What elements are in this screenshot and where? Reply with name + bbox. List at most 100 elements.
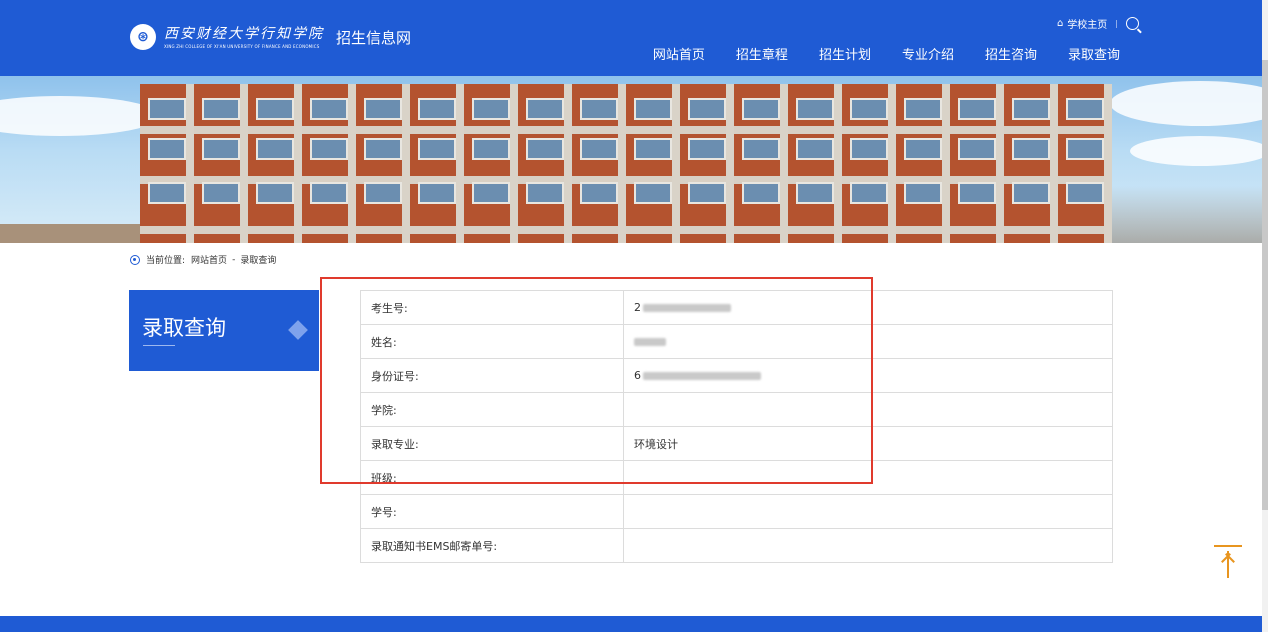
banner-window [526,138,564,160]
banner-low-building [0,224,140,243]
site-name: 招生信息网 [336,28,412,47]
banner-window [526,182,564,204]
banner-window [634,182,672,204]
search-icon[interactable] [1126,17,1139,30]
school-seal-icon: ⊛ [130,24,156,50]
banner-window [364,98,402,120]
banner-window-row [140,96,1112,122]
table-row: 考生号: 2 [360,290,1113,325]
banner-window [688,138,726,160]
site-logo[interactable]: ⊛ 西安财经大学行知学院 XING ZHI COLLEGE OF XI'AN U… [130,24,411,50]
top-links: ⌂ 学校主页 | [1057,16,1139,31]
banner-window [580,98,618,120]
banner-window [742,182,780,204]
back-to-top-icon[interactable] [1214,545,1242,579]
field-label: 考生号: [360,290,624,325]
top-links-divider: | [1115,19,1118,28]
banner-window [634,98,672,120]
banner-window [472,138,510,160]
nav-item-charter[interactable]: 招生章程 [736,44,788,63]
field-label: 姓名: [360,324,624,359]
field-value [623,324,1113,359]
banner-window [634,138,672,160]
banner-window [904,182,942,204]
banner-window [742,98,780,120]
field-value: 环境设计 [623,426,1113,461]
banner-window [688,182,726,204]
banner-cloud [1130,136,1262,166]
nav-item-majors[interactable]: 专业介绍 [902,44,954,63]
banner-window [850,138,888,160]
banner-window [796,98,834,120]
section-title-underline [143,345,175,346]
table-row: 身份证号: 6 [360,358,1113,393]
banner-window [256,98,294,120]
breadcrumb-separator: - [232,254,236,265]
banner-window [1012,182,1050,204]
field-value [623,460,1113,495]
school-home-link[interactable]: 学校主页 [1067,16,1107,31]
banner-window [580,138,618,160]
banner-window [904,138,942,160]
admission-result-table: 考生号: 2 姓名: 身份证号: 6 学院: 录取专业: 环境设计 班级: 学号: 录取通知书EMS… [360,290,1113,563]
redacted-value [643,304,731,312]
banner-trees [1112,186,1262,243]
field-value: 2 [623,290,1113,325]
nav-item-plan[interactable]: 招生计划 [819,44,871,63]
banner-window [418,182,456,204]
section-title-panel: 录取查询 [129,290,319,371]
campus-banner-image [0,76,1262,243]
banner-window [1012,138,1050,160]
table-row: 姓名: [360,324,1113,359]
table-row: 录取通知书EMS邮寄单号: [360,528,1113,563]
banner-window [850,182,888,204]
table-row: 学号: [360,494,1113,529]
breadcrumb-home[interactable]: 网站首页 [191,253,227,266]
redacted-value [634,338,666,346]
banner-window [418,98,456,120]
banner-window [904,98,942,120]
banner-window [418,138,456,160]
location-pin-icon [130,254,140,265]
table-row: 班级: [360,460,1113,495]
banner-window [202,98,240,120]
nav-item-consult[interactable]: 招生咨询 [985,44,1037,63]
banner-window [958,138,996,160]
banner-window [310,182,348,204]
field-label: 身份证号: [360,358,624,393]
nav-item-home[interactable]: 网站首页 [653,44,705,63]
section-title: 录取查询 [142,316,226,340]
field-label: 学号: [360,494,624,529]
nav-item-admission-query[interactable]: 录取查询 [1068,44,1120,63]
redacted-value [643,372,761,380]
field-value [623,494,1113,529]
banner-window [148,98,186,120]
banner-window [256,182,294,204]
banner-window [796,182,834,204]
page: ⊛ 西安财经大学行知学院 XING ZHI COLLEGE OF XI'AN U… [0,0,1268,632]
banner-window [256,138,294,160]
banner-window [796,138,834,160]
breadcrumb-current[interactable]: 录取查询 [240,253,276,266]
field-value [623,528,1113,563]
page-scrollbar[interactable] [1262,0,1268,632]
site-footer [0,616,1262,632]
banner-window [148,182,186,204]
banner-window [472,98,510,120]
home-icon: ⌂ [1056,18,1064,29]
table-row: 录取专业: 环境设计 [360,426,1113,461]
banner-window [1066,138,1104,160]
banner-window [850,98,888,120]
site-header: ⊛ 西安财经大学行知学院 XING ZHI COLLEGE OF XI'AN U… [0,0,1262,76]
field-value-visible: 2 [634,301,641,314]
field-label: 学院: [360,392,624,427]
banner-window [580,182,618,204]
banner-window [148,138,186,160]
scrollbar-thumb[interactable] [1262,60,1268,510]
banner-cloud [0,96,160,136]
banner-window [1066,98,1104,120]
banner-window [310,98,348,120]
banner-cloud [1110,81,1262,126]
breadcrumb-prefix: 当前位置: [146,256,186,266]
banner-window [202,138,240,160]
